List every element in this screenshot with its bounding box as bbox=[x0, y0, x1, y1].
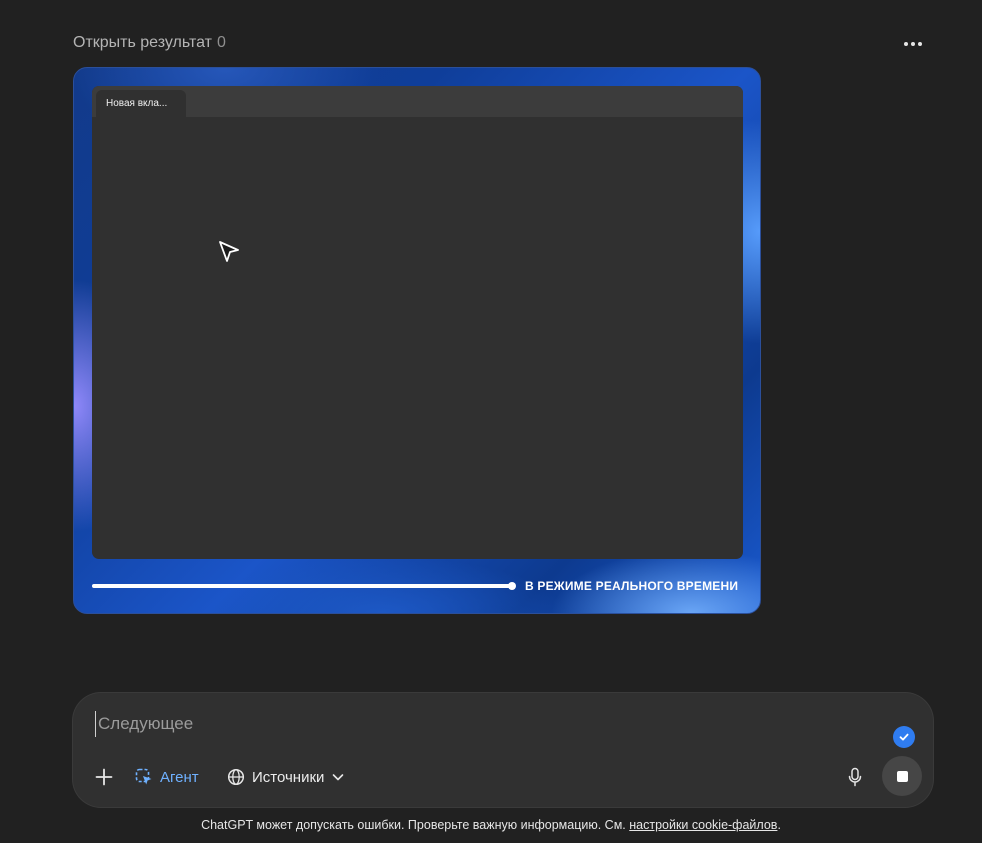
disclaimer: ChatGPT может допускать ошибки. Проверьт… bbox=[0, 818, 982, 832]
chevron-down-icon bbox=[333, 774, 344, 781]
agent-mode-button[interactable]: Агент bbox=[135, 762, 199, 792]
result-header[interactable]: Открыть результат 0 bbox=[73, 34, 226, 52]
stop-generation-button[interactable] bbox=[882, 756, 922, 796]
agent-label: Агент bbox=[160, 768, 199, 786]
cookie-settings-link[interactable]: настройки cookie-файлов bbox=[629, 818, 777, 832]
disclaimer-end: . bbox=[777, 818, 781, 832]
more-options-button[interactable] bbox=[900, 32, 926, 56]
browser-viewport: Новая вкла... bbox=[92, 86, 743, 559]
result-count: 0 bbox=[216, 34, 226, 51]
more-horizontal-icon bbox=[904, 42, 908, 46]
live-progress-handle bbox=[508, 582, 516, 590]
live-label: В РЕЖИМЕ РЕАЛЬНОГО ВРЕМЕНИ bbox=[525, 579, 739, 593]
more-horizontal-icon-dot bbox=[918, 42, 922, 46]
check-icon bbox=[893, 726, 915, 748]
add-attachment-button[interactable] bbox=[93, 762, 115, 792]
agent-cursor-icon bbox=[135, 768, 152, 785]
more-horizontal-icon-dot bbox=[911, 42, 915, 46]
sources-label: Источники bbox=[252, 768, 325, 786]
prompt-input[interactable] bbox=[95, 711, 855, 737]
browser-tab: Новая вкла... bbox=[96, 90, 186, 117]
plus-icon bbox=[95, 768, 113, 786]
globe-icon bbox=[227, 768, 245, 786]
chat-page: Открыть результат 0 Новая вкла... В РЕЖИ… bbox=[0, 0, 982, 843]
live-progress-bar bbox=[92, 584, 512, 588]
voice-input-button[interactable] bbox=[845, 762, 865, 792]
result-title[interactable]: Открыть результат bbox=[73, 34, 212, 52]
sources-dropdown[interactable]: Источники bbox=[227, 762, 345, 792]
composer: Агент Источники bbox=[73, 693, 933, 807]
browser-tab-bar: Новая вкла... bbox=[92, 86, 743, 117]
stop-icon bbox=[896, 770, 908, 782]
cursor-arrow-icon bbox=[219, 241, 239, 262]
live-browser-preview[interactable]: Новая вкла... В РЕЖИМЕ РЕАЛЬНОГО ВРЕМЕНИ bbox=[73, 67, 761, 614]
disclaimer-text: ChatGPT может допускать ошибки. Проверьт… bbox=[201, 818, 630, 832]
microphone-icon bbox=[848, 767, 862, 787]
